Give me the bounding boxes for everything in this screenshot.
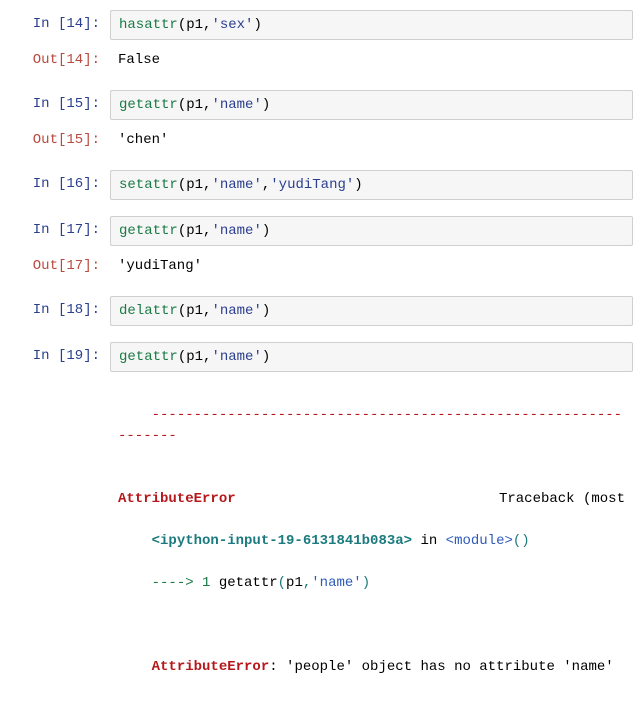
input-cell-14: In [14]: hasattr(p1,'sex') xyxy=(0,10,633,40)
input-cell-17: In [17]: getattr(p1,'name') xyxy=(0,216,633,246)
code-area-19[interactable]: getattr(p1,'name') xyxy=(110,342,633,372)
code-paren: ) xyxy=(262,97,270,113)
code-paren: ) xyxy=(354,177,362,193)
out-prompt-15: Out[15]: xyxy=(0,126,110,154)
code-func: delattr xyxy=(119,303,178,319)
error-call-paren: ) xyxy=(362,575,370,591)
code-string: 'sex' xyxy=(211,17,253,33)
code-arg: p1 xyxy=(186,17,203,33)
error-call-arg: p1 xyxy=(286,575,303,591)
input-cell-16: In [16]: setattr(p1,'name','yudiTang') xyxy=(0,170,633,200)
error-final-msg: : 'people' object has no attribute 'name… xyxy=(269,659,613,675)
in-prompt-18: In [18]: xyxy=(0,296,110,324)
code-arg: p1 xyxy=(186,349,203,365)
code-string: 'name' xyxy=(211,97,261,113)
code-paren: ( xyxy=(178,349,186,365)
code-paren: ) xyxy=(262,223,270,239)
traceback-label: Traceback (most xyxy=(499,489,625,510)
code-paren: ) xyxy=(253,17,261,33)
code-func: getattr xyxy=(119,97,178,113)
code-paren: ( xyxy=(178,223,186,239)
error-parens: () xyxy=(513,533,530,549)
output-area-17: 'yudiTang' xyxy=(110,252,633,280)
code-area-15[interactable]: getattr(p1,'name') xyxy=(110,90,633,120)
code-arg: p1 xyxy=(186,223,203,239)
code-string: 'name' xyxy=(211,303,261,319)
input-cell-15: In [15]: getattr(p1,'name') xyxy=(0,90,633,120)
in-prompt-15: In [15]: xyxy=(0,90,110,118)
output-cell-17: Out[17]: 'yudiTang' xyxy=(0,252,633,280)
error-call-comma: , xyxy=(303,575,311,591)
in-prompt-16: In [16]: xyxy=(0,170,110,198)
code-string: 'name' xyxy=(211,177,261,193)
in-prompt-19: In [19]: xyxy=(0,342,110,370)
code-func: hasattr xyxy=(119,17,178,33)
code-paren: ( xyxy=(178,177,186,193)
output-cell-14: Out[14]: False xyxy=(0,46,633,74)
code-arg: p1 xyxy=(186,303,203,319)
code-func: getattr xyxy=(119,223,178,239)
in-prompt-17: In [17]: xyxy=(0,216,110,244)
error-arrow: ----> 1 xyxy=(152,575,219,591)
out-prompt-14: Out[14]: xyxy=(0,46,110,74)
empty-prompt xyxy=(0,378,110,390)
code-paren: ) xyxy=(262,303,270,319)
error-location: <ipython-input-19-6131841b083a> xyxy=(152,533,412,549)
input-cell-19: In [19]: getattr(p1,'name') xyxy=(0,342,633,372)
input-cell-18: In [18]: delattr(p1,'name') xyxy=(0,296,633,326)
out-prompt-17: Out[17]: xyxy=(0,252,110,280)
code-area-18[interactable]: delattr(p1,'name') xyxy=(110,296,633,326)
error-call-string: 'name' xyxy=(311,575,361,591)
code-paren: ) xyxy=(262,349,270,365)
code-string: 'yudiTang' xyxy=(270,177,354,193)
error-area: ----------------------------------------… xyxy=(110,378,633,705)
code-paren: ( xyxy=(178,97,186,113)
error-name: AttributeError xyxy=(118,489,236,510)
error-separator: ----------------------------------------… xyxy=(118,407,622,444)
error-final-name: AttributeError xyxy=(152,659,270,675)
error-module: <module> xyxy=(446,533,513,549)
code-func: setattr xyxy=(119,177,178,193)
code-paren: ( xyxy=(178,17,186,33)
error-call-func: getattr xyxy=(219,575,278,591)
code-area-16[interactable]: setattr(p1,'name','yudiTang') xyxy=(110,170,633,200)
output-area-14: False xyxy=(110,46,633,74)
output-area-15: 'chen' xyxy=(110,126,633,154)
code-arg: p1 xyxy=(186,97,203,113)
code-string: 'name' xyxy=(211,223,261,239)
error-call-paren: ( xyxy=(278,575,286,591)
code-string: 'name' xyxy=(211,349,261,365)
output-cell-15: Out[15]: 'chen' xyxy=(0,126,633,154)
in-prompt-14: In [14]: xyxy=(0,10,110,38)
code-area-17[interactable]: getattr(p1,'name') xyxy=(110,216,633,246)
code-arg: p1 xyxy=(186,177,203,193)
error-in-text: in xyxy=(412,533,446,549)
code-func: getattr xyxy=(119,349,178,365)
code-comma: , xyxy=(262,177,270,193)
error-output-19: ----------------------------------------… xyxy=(0,378,633,705)
code-paren: ( xyxy=(178,303,186,319)
code-area-14[interactable]: hasattr(p1,'sex') xyxy=(110,10,633,40)
